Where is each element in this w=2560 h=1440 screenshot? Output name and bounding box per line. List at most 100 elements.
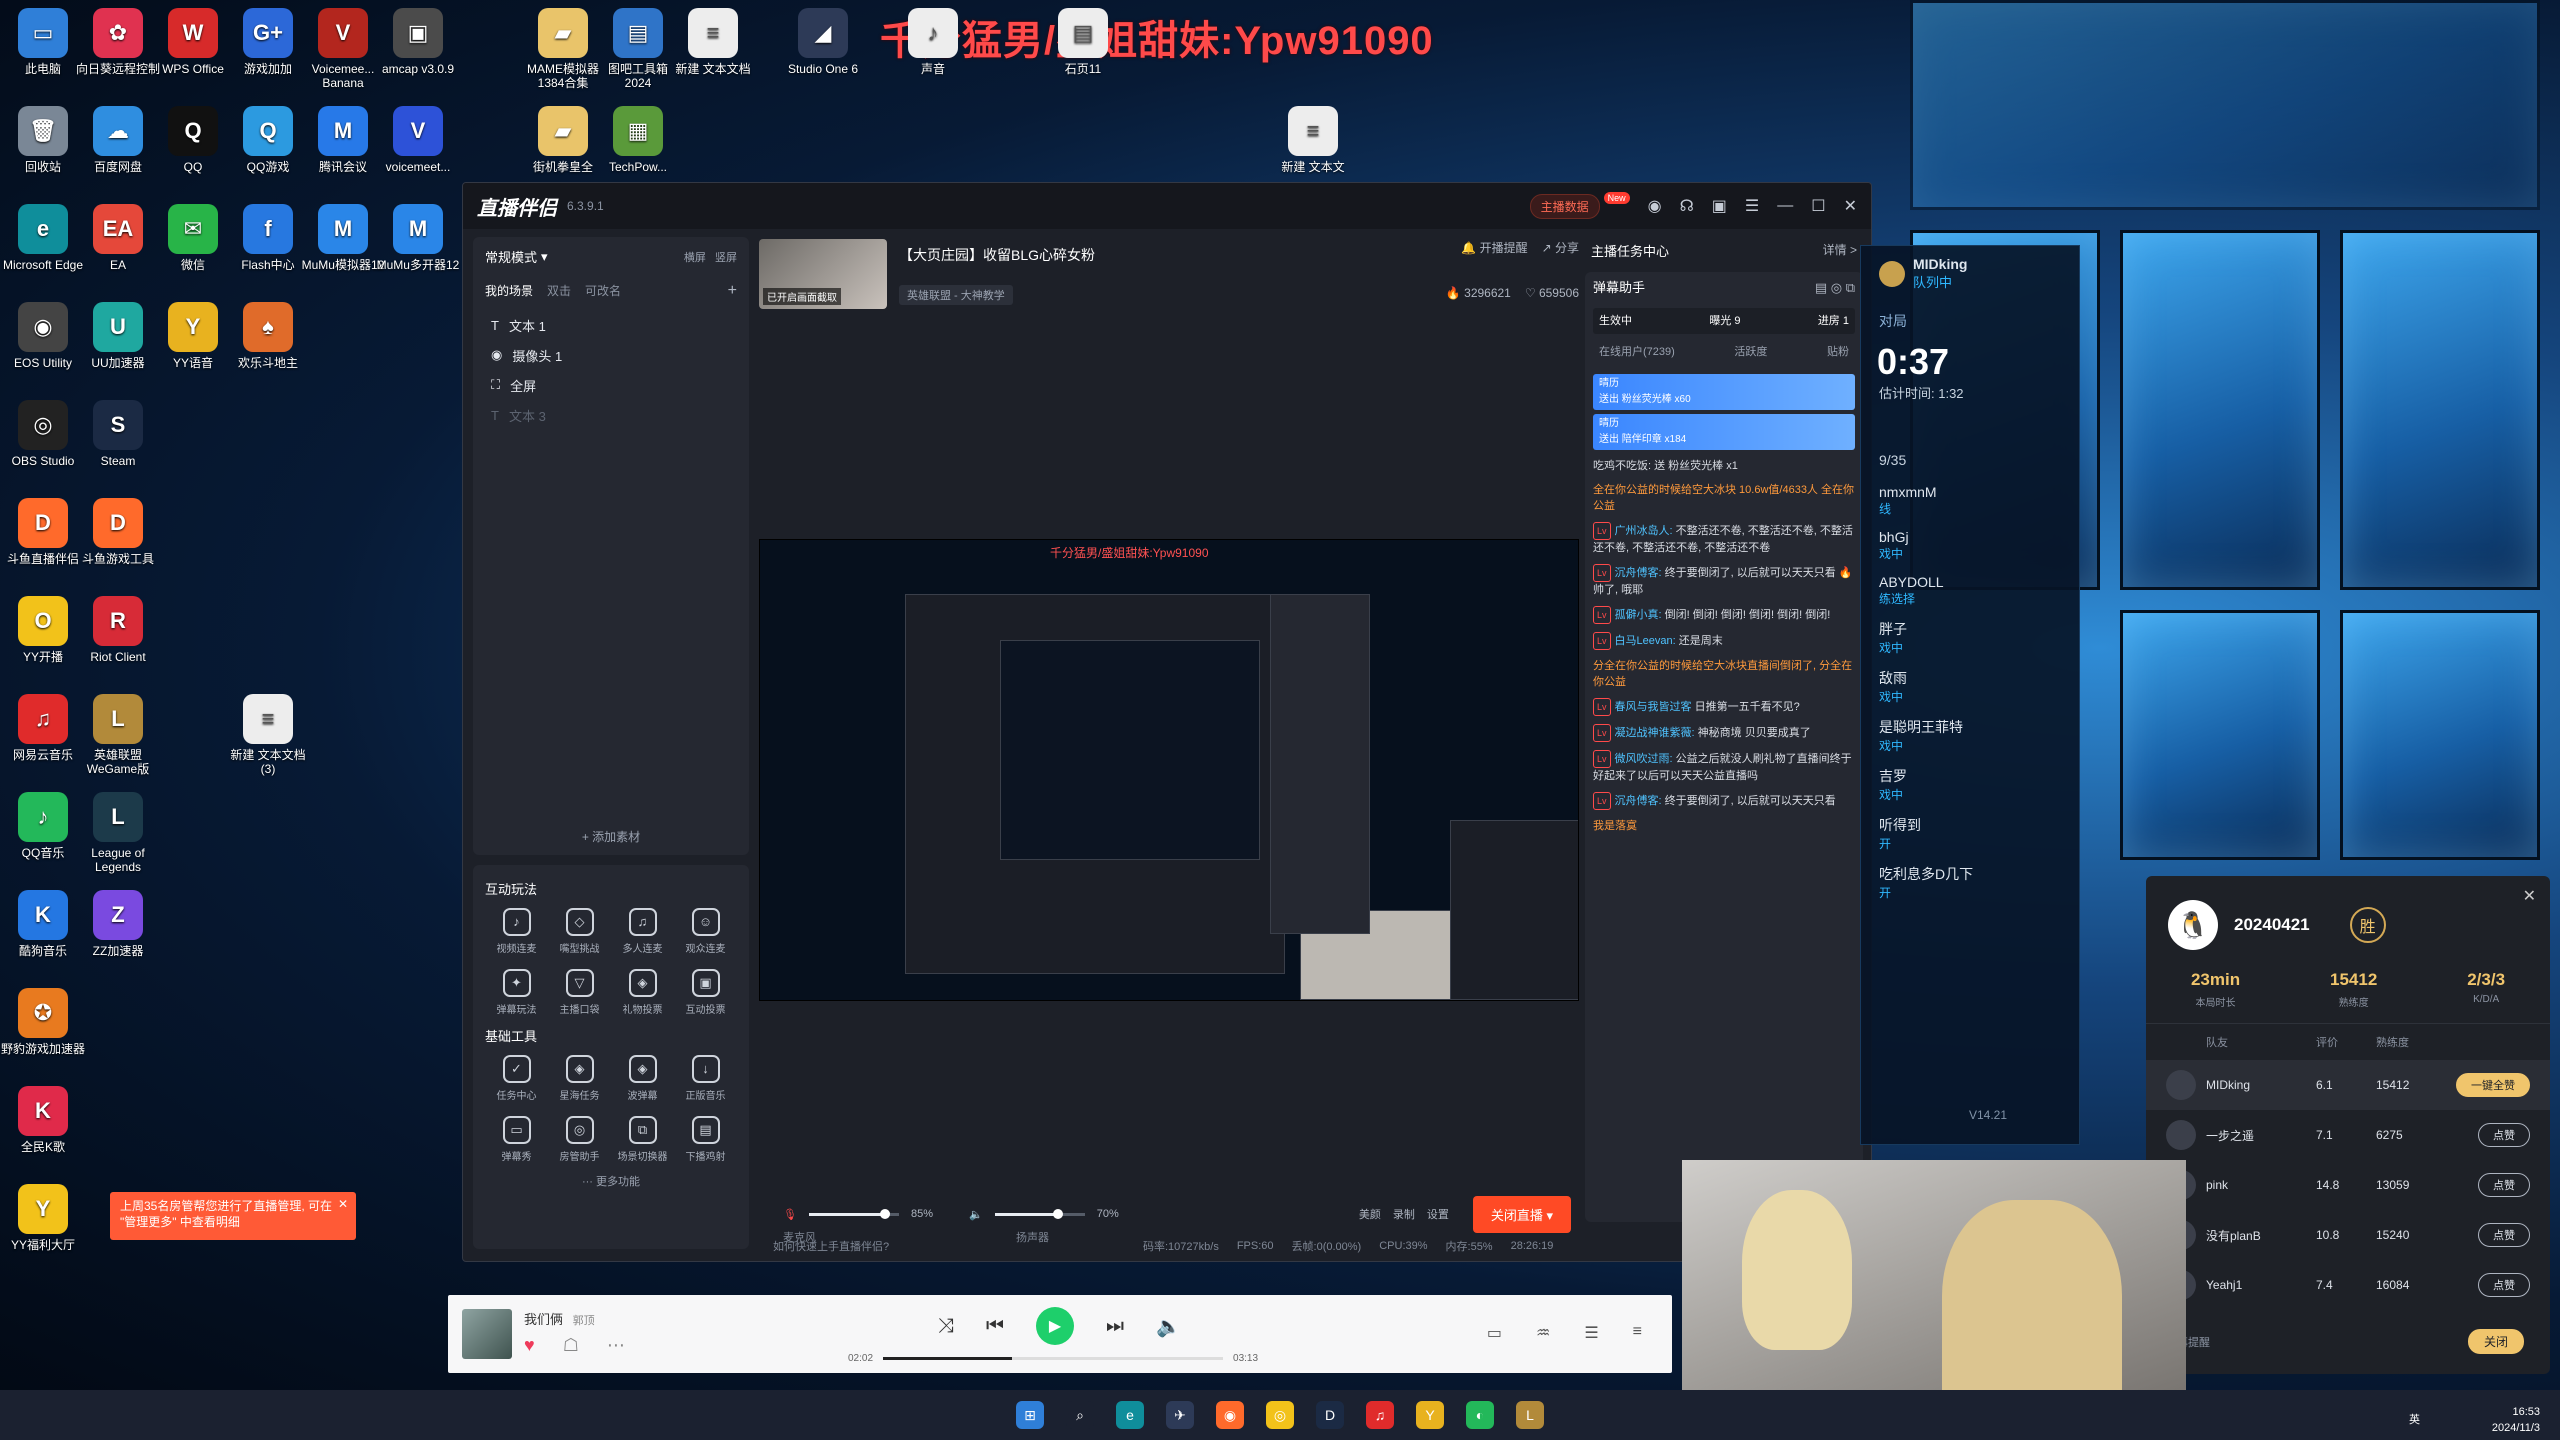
desktop-icon[interactable]: M MuMu多开器12 — [375, 204, 461, 272]
clock-date[interactable]: 2024/11/3 — [2492, 1420, 2540, 1436]
desktop-icon[interactable]: ♪ QQ音乐 — [0, 792, 86, 860]
tool-button[interactable]: ◎ 房管助手 — [548, 1116, 611, 1163]
previous-icon[interactable]: ⏮ — [986, 1315, 1004, 1338]
stream-category[interactable]: 英雄联盟 - 大神教学 — [899, 285, 1013, 305]
lyrics-icon[interactable]: ☰ — [1584, 1323, 1598, 1343]
headset-icon[interactable]: ☊ — [1680, 196, 1694, 216]
danmu-message[interactable]: Lv 沉舟傅客: 终于要倒闭了, 以后就可以天天只看 — [1593, 792, 1855, 810]
danmu-message[interactable]: Lv 沉舟傅客: 终于要倒闭了, 以后就可以天天只看 🔥 帅了, 哦耶 — [1593, 564, 1855, 598]
stream-preview[interactable]: 千分猛男/盛姐甜妹:Ypw91090 — [759, 539, 1579, 1001]
more-icon[interactable]: ⋯ — [607, 1335, 625, 1356]
avatar-icon[interactable]: ◉ — [1648, 196, 1662, 216]
open-reminder-button[interactable]: 🔔 开播提醒 — [1461, 239, 1527, 256]
like-button[interactable]: 一键全赞 — [2456, 1073, 2530, 1097]
danmu-message[interactable]: Lv 白马Leevan: 还是周末 — [1593, 632, 1855, 650]
friend-item[interactable]: 吉罗 戏中 — [1861, 760, 2079, 809]
friend-item[interactable]: 敌雨 戏中 — [1861, 662, 2079, 711]
tool-button[interactable]: ✓ 任务中心 — [485, 1055, 548, 1102]
end-live-button[interactable]: 关闭直播 ▾ — [1472, 1195, 1571, 1233]
next-icon[interactable]: ⏭ — [1106, 1315, 1124, 1338]
quality-icon[interactable]: ▭ — [1487, 1323, 1502, 1343]
comment-icon[interactable]: ☖ — [563, 1335, 579, 1356]
desktop-icon[interactable]: ▤ 图吧工具箱2024 — [595, 8, 681, 90]
desktop-icon[interactable]: ▰ MAME模拟器1384合集 — [520, 8, 606, 90]
danmu-message[interactable]: Lv 春风与我皆过客 日推第一五千看不见? — [1593, 698, 1855, 716]
tool-button[interactable]: ▭ 弹幕秀 — [485, 1116, 548, 1163]
taskbar-app-icon[interactable]: e — [1116, 1401, 1144, 1429]
friend-item[interactable]: nmxmnM 线 — [1861, 478, 2079, 523]
portrait-tab[interactable]: 竖屏 — [715, 252, 737, 264]
desktop-icon[interactable]: ✪ 野豹游戏加速器 — [0, 988, 86, 1056]
friend-item[interactable]: 听得到开 — [1861, 809, 2079, 858]
shuffle-icon[interactable]: ⤨ — [938, 1315, 954, 1338]
stream-cover[interactable]: 已开启画面截取 — [759, 239, 887, 309]
scene-item[interactable]: ⛶ 全屏 — [485, 370, 737, 400]
danmu-tools-icon[interactable]: ▤ ◎ ⧉ — [1815, 280, 1855, 296]
desktop-icon[interactable]: ◉ EOS Utility — [0, 302, 86, 370]
speaker-slider[interactable] — [994, 1208, 1085, 1219]
close-icon[interactable]: ✕ — [338, 1196, 348, 1212]
danmu-message[interactable]: Lv 广州冰岛人: 不整活还不卷, 不整活还不卷, 不整活还不卷, 不整活还不卷,… — [1593, 522, 1855, 556]
volume-icon[interactable]: 🔈 — [1156, 1314, 1181, 1339]
desktop-icon[interactable]: D 斗鱼游戏工具 — [75, 498, 161, 566]
danmu-message[interactable]: 吃鸡不吃饭: 送 粉丝荧光棒 x1 — [1593, 458, 1855, 474]
desktop-icon[interactable]: Q QQ游戏 — [225, 106, 311, 174]
tool-button[interactable]: ⧉ 场景切换器 — [611, 1116, 674, 1163]
like-heart-icon[interactable]: ♥ — [524, 1335, 535, 1356]
desktop-icon[interactable]: Vvoicemeet... — [375, 106, 461, 174]
minimize-icon[interactable]: — — [1777, 197, 1793, 215]
desktop-icon[interactable]: G+ 游戏加加 — [225, 8, 311, 76]
danmu-message[interactable]: Lv 孤僻小真: 倒闭! 倒闭! 倒闭! 倒闭! 倒闭! 倒闭! — [1593, 606, 1855, 624]
taskbar-app-icon[interactable]: L — [1516, 1401, 1544, 1429]
friend-item[interactable]: bhGj 戏中 — [1861, 523, 2079, 568]
my-scene-tab[interactable]: 我的场景 — [485, 282, 533, 300]
taskbar-app-icon[interactable]: ◉ — [1216, 1401, 1244, 1429]
tool-button[interactable]: ◇ 嘴型挑战 — [548, 908, 611, 955]
taskbar-app-icon[interactable]: ✈ — [1166, 1401, 1194, 1429]
desktop-icon[interactable]: ▣ amcap v3.0.9 — [375, 8, 461, 76]
mode-select[interactable]: 常规模式 — [485, 247, 537, 266]
desktop-icon[interactable]: e Microsoft Edge — [0, 204, 86, 272]
desktop-icon[interactable]: Q QQ — [150, 106, 236, 174]
desktop-icon[interactable]: ☁ 百度网盘 — [75, 106, 161, 174]
taskbar-app-icon[interactable]: ⌕ — [1066, 1401, 1094, 1429]
maximize-icon[interactable]: ☐ — [1811, 196, 1825, 216]
share-button[interactable]: ↗ 分享 — [1542, 239, 1579, 256]
taskbar-app-icon[interactable]: Y — [1416, 1401, 1444, 1429]
danmu-message[interactable]: 我是落寞 — [1593, 818, 1855, 834]
desktop-icon[interactable]: ✿ 向日葵远程控制 — [75, 8, 161, 76]
tool-button[interactable]: ↓ 正版音乐 — [674, 1055, 737, 1102]
speaker-icon[interactable]: 🔈 — [969, 1208, 983, 1221]
desktop-icon[interactable]: K 全民K歌 — [0, 1086, 86, 1154]
mic-icon[interactable]: 🎙 — [783, 1208, 797, 1221]
ime-indicator[interactable]: 英 — [2409, 1412, 2420, 1428]
desktop-icon[interactable]: ≡ 新建 文本文档 (3) — [225, 694, 311, 776]
desktop-icon[interactable]: ≡ 新建 文本文 — [1270, 106, 1356, 174]
desktop-icon[interactable]: ♠ 欢乐斗地主 — [225, 302, 311, 370]
taskbar-app-icon[interactable]: ◎ — [1266, 1401, 1294, 1429]
tool-button[interactable]: ▣ 互动投票 — [674, 969, 737, 1016]
friend-item[interactable]: 胖子 戏中 — [1861, 613, 2079, 662]
desktop-icon[interactable]: D 斗鱼直播伴侣 — [0, 498, 86, 566]
activity-tab[interactable]: 活跃度 — [1734, 344, 1767, 360]
tool-button[interactable]: ◈ 礼物投票 — [611, 969, 674, 1016]
tool-button[interactable]: ▤ 下播鸡射 — [674, 1116, 737, 1163]
desktop-icon[interactable]: 🗑 回收站 — [0, 106, 86, 174]
tool-button[interactable]: ✦ 弹幕玩法 — [485, 969, 548, 1016]
desktop-icon[interactable]: M 腾讯会议 — [300, 106, 386, 174]
friend-item[interactable]: 吃利息多D几下开 — [1861, 858, 2079, 907]
like-button[interactable]: 点赞 — [2478, 1273, 2530, 1297]
desktop-icon[interactable]: ▦ TechPow... — [595, 106, 681, 174]
desktop-icon[interactable]: ✉ 微信 — [150, 204, 236, 272]
like-button[interactable]: 点赞 — [2478, 1173, 2530, 1197]
desktop-icon[interactable]: S Steam — [75, 400, 161, 468]
clock-time[interactable]: 16:53 — [2492, 1404, 2540, 1420]
desktop-icon[interactable]: ▰ 街机拳皇全 — [520, 106, 606, 174]
close-icon[interactable]: ✕ — [2523, 886, 2536, 906]
record-button[interactable]: 录制 — [1393, 1206, 1415, 1222]
taskbar-app-icon[interactable]: ⊞ — [1016, 1401, 1044, 1429]
playlist-icon[interactable]: ≡ — [1633, 1323, 1642, 1343]
fans-tab[interactable]: 贴粉 — [1827, 344, 1849, 360]
album-cover[interactable] — [462, 1309, 512, 1359]
desktop-icon[interactable]: R Riot Client — [75, 596, 161, 664]
